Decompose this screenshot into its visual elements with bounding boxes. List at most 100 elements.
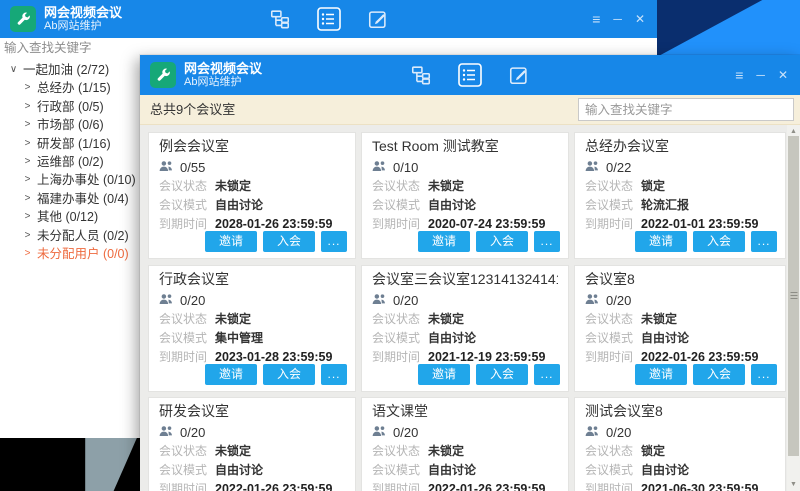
tree-item-label: 总经办 (1/15) (37, 79, 111, 97)
status-label: 会议状态 (372, 312, 428, 326)
menu-icon[interactable]: ≡ (592, 12, 600, 26)
more-button[interactable]: ... (321, 231, 347, 252)
participants-icon (372, 160, 387, 175)
app-wrench-icon (10, 6, 36, 32)
close-icon[interactable]: ✕ (635, 12, 645, 26)
room-name: 会议室8 (585, 271, 775, 287)
orgchart-icon[interactable] (410, 64, 432, 86)
participant-count: 0/20 (393, 425, 418, 440)
more-button[interactable]: ... (751, 364, 777, 385)
more-button[interactable]: ... (534, 231, 560, 252)
chevron-icon[interactable]: > (21, 208, 34, 226)
more-button[interactable]: ... (321, 364, 347, 385)
edit-icon[interactable] (367, 8, 389, 30)
mode-label: 会议模式 (372, 198, 428, 212)
mode-value: 轮流汇报 (641, 198, 689, 212)
back-window-controls: ≡ ─ ✕ (592, 0, 645, 38)
chevron-icon[interactable]: > (21, 135, 34, 153)
status-value: 锁定 (641, 444, 665, 458)
chevron-icon[interactable]: > (21, 79, 34, 97)
participants-icon (159, 425, 174, 440)
chevron-icon[interactable]: > (21, 98, 34, 116)
expire-value: 2022-01-26 23:59:59 (641, 350, 758, 364)
room-list-icon-selected[interactable] (457, 62, 483, 88)
menu-icon[interactable]: ≡ (735, 68, 743, 82)
invite-button[interactable]: 邀请 (418, 231, 470, 252)
app-subtitle: Ab网站维护 (44, 20, 122, 33)
more-button[interactable]: ... (534, 364, 560, 385)
chevron-icon[interactable]: > (21, 190, 34, 208)
join-button[interactable]: 入会 (263, 231, 315, 252)
status-label: 会议状态 (159, 444, 215, 458)
desktop-navy-triangle (655, 0, 800, 58)
scroll-down-icon[interactable]: ▼ (787, 481, 800, 488)
room-card: 研发会议室 0/20 会议状态未锁定 会议模式自由讨论 到期时间2022-01-… (148, 397, 356, 491)
minimize-icon[interactable]: ─ (613, 12, 622, 26)
room-card: 会议室8 0/20 会议状态未锁定 会议模式自由讨论 到期时间2022-01-2… (574, 265, 786, 392)
status-value: 锁定 (641, 179, 665, 193)
participant-row: 0/20 (372, 425, 558, 439)
scrollbar-grip (790, 292, 797, 300)
participants-icon (585, 425, 600, 440)
chevron-icon[interactable]: > (21, 116, 34, 134)
mode-value: 自由讨论 (215, 463, 263, 477)
join-button[interactable]: 入会 (693, 231, 745, 252)
close-icon[interactable]: ✕ (778, 68, 788, 82)
minimize-icon[interactable]: ─ (756, 68, 765, 82)
status-label: 会议状态 (372, 444, 428, 458)
participants-icon (372, 293, 387, 308)
mode-label: 会议模式 (585, 198, 641, 212)
participant-row: 0/20 (585, 293, 775, 307)
card-actions: 邀请 入会 ... (635, 364, 777, 385)
join-button[interactable]: 入会 (263, 364, 315, 385)
status-label: 会议状态 (372, 179, 428, 193)
join-button[interactable]: 入会 (693, 364, 745, 385)
room-name: 例会会议室 (159, 138, 345, 154)
room-count-summary: 总共9个会议室 (150, 95, 235, 124)
room-search-input[interactable] (578, 98, 794, 121)
vertical-scrollbar[interactable]: ▲ ▼ (787, 125, 800, 491)
participant-count: 0/20 (180, 293, 205, 308)
more-button[interactable]: ... (751, 231, 777, 252)
room-card: 语文课堂 0/20 会议状态未锁定 会议模式自由讨论 到期时间2022-01-2… (361, 397, 569, 491)
invite-button[interactable]: 邀请 (635, 364, 687, 385)
invite-button[interactable]: 邀请 (418, 364, 470, 385)
edit-icon[interactable] (508, 64, 530, 86)
scrollbar-thumb[interactable] (788, 136, 799, 456)
mode-label: 会议模式 (159, 331, 215, 345)
tree-item-label: 一起加油 (2/72) (23, 61, 109, 79)
expire-label: 到期时间 (159, 482, 215, 491)
participant-count: 0/20 (393, 293, 418, 308)
expire-value: 2021-12-19 23:59:59 (428, 350, 545, 364)
join-button[interactable]: 入会 (476, 364, 528, 385)
chevron-icon[interactable]: > (21, 153, 34, 171)
tree-item-label: 福建办事处 (0/4) (37, 190, 129, 208)
invite-button[interactable]: 邀请 (205, 231, 257, 252)
chevron-icon[interactable]: > (21, 245, 34, 263)
tree-item-label: 运维部 (0/2) (37, 153, 104, 171)
join-button[interactable]: 入会 (476, 231, 528, 252)
tree-item-label: 其他 (0/12) (37, 208, 98, 226)
desktop-background-top-right (655, 0, 800, 58)
room-list-icon-selected[interactable] (316, 6, 342, 32)
participant-count: 0/20 (180, 425, 205, 440)
scroll-up-icon[interactable]: ▲ (787, 128, 800, 135)
status-label: 会议状态 (585, 312, 641, 326)
invite-button[interactable]: 邀请 (205, 364, 257, 385)
orgchart-icon[interactable] (269, 8, 291, 30)
chevron-icon[interactable]: > (21, 171, 34, 189)
invite-button[interactable]: 邀请 (635, 231, 687, 252)
chevron-icon[interactable]: > (21, 227, 34, 245)
chevron-icon[interactable]: ∨ (7, 61, 20, 79)
room-card: Test Room 测试教室 0/10 会议状态未锁定 会议模式自由讨论 到期时… (361, 132, 569, 259)
participants-icon (372, 425, 387, 440)
participant-count: 0/20 (606, 293, 631, 308)
mode-value: 自由讨论 (641, 331, 689, 345)
tree-item-label: 未分配人员 (0/2) (37, 227, 129, 245)
expire-value: 2022-01-26 23:59:59 (215, 482, 332, 491)
summary-toolbar: 总共9个会议室 (140, 95, 800, 125)
mode-value: 自由讨论 (428, 331, 476, 345)
participant-row: 0/55 (159, 160, 345, 174)
back-window-titlebar: 网会视频会议 Ab网站维护 ≡ ─ ✕ (0, 0, 657, 38)
room-name: 研发会议室 (159, 403, 345, 419)
